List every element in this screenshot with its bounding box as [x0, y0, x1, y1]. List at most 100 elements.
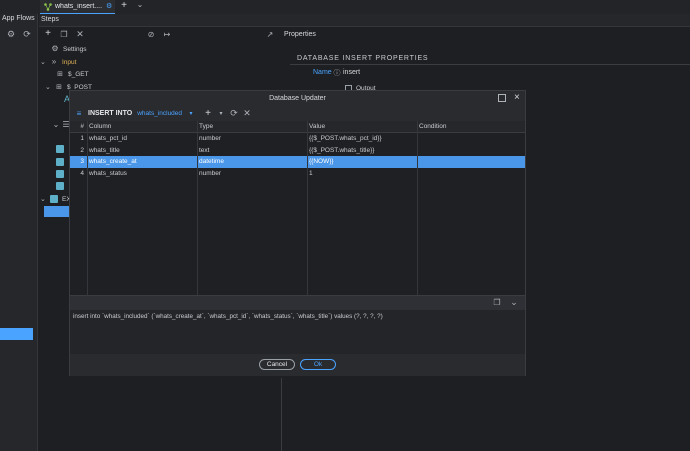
grid-header: # Column Type Value Condition	[70, 121, 525, 133]
row-type[interactable]: number	[197, 168, 307, 180]
ok-button[interactable]: Ok	[300, 359, 336, 370]
step-icon	[56, 170, 64, 178]
insert-toolbar: ≡ INSERT INTO whats_included ▾ + ▾ ⟳ ✕	[70, 106, 525, 121]
steps-header	[39, 14, 690, 27]
gear-icon: ⚙	[51, 44, 59, 53]
app-flows-title: App Flows	[2, 15, 35, 22]
row-condition[interactable]	[417, 156, 525, 168]
sql-text: insert into `whats_included` (`whats_cre…	[73, 313, 383, 320]
add-step-icon[interactable]: +	[44, 29, 52, 39]
row-num: 2	[80, 146, 84, 154]
row-value[interactable]: 1	[307, 168, 417, 180]
chevron-down-icon[interactable]: ⌄	[52, 121, 60, 129]
maximize-icon[interactable]	[498, 94, 506, 102]
tab-label: whats_insert....	[55, 3, 103, 10]
row-value[interactable]: {{$_POST.whats_pct_id}}	[307, 133, 417, 145]
tree-item-settings[interactable]: ⚙ Settings	[51, 44, 87, 53]
grid-divider	[87, 121, 88, 295]
tree-item-label: Settings	[63, 45, 87, 53]
step-icon	[50, 195, 58, 203]
copy-icon[interactable]: ❐	[60, 31, 68, 39]
dialog-titlebar: Database Updater ×	[70, 91, 525, 106]
row-num: 3	[80, 158, 84, 166]
chevron-down-icon[interactable]: ⌄	[40, 195, 46, 203]
table-row[interactable]: 4 whats_status number 1	[70, 168, 525, 180]
table-row-selected[interactable]: 3 whats_create_at datetime {{NOW}}	[70, 156, 525, 168]
info-icon: ⓘ	[333, 69, 341, 77]
grid-divider	[197, 121, 198, 295]
name-value[interactable]: insert	[343, 69, 360, 76]
add-tab-button[interactable]: +	[120, 1, 128, 11]
tree-item-ex[interactable]: ⌄ EX	[40, 195, 71, 203]
section-divider	[290, 64, 690, 65]
row-column: whats_create_at	[89, 158, 137, 166]
variable-icon: ⊞	[56, 83, 62, 91]
delete-icon[interactable]: ✕	[76, 29, 84, 38]
chevron-down-icon[interactable]: ⌄	[510, 297, 518, 306]
input-icon: »	[51, 57, 57, 66]
sql-toolbar: ❐ ⌄	[70, 295, 525, 310]
steps-title: Steps	[41, 16, 59, 23]
tree-item-label: $_GET	[68, 70, 89, 78]
database-icon: ≡	[76, 108, 82, 118]
close-icon[interactable]: ×	[514, 92, 520, 103]
row-column: whats_title	[89, 146, 120, 154]
chevron-down-icon[interactable]: ▾	[187, 110, 195, 118]
section-title: DATABASE INSERT PROPERTIES	[297, 55, 429, 62]
delete-icon[interactable]: ✕	[243, 109, 251, 118]
row-condition[interactable]	[417, 168, 525, 180]
tree-item-get[interactable]: ⊞ $_GET	[56, 70, 89, 78]
grid-divider	[307, 121, 308, 295]
disable-icon[interactable]: ⊘	[147, 31, 155, 39]
refresh-icon[interactable]: ⟳	[230, 109, 238, 118]
row-value[interactable]: {{NOW}}	[307, 156, 417, 168]
tab-menu-button[interactable]: ⌄	[136, 1, 144, 9]
selected-step[interactable]	[44, 206, 70, 217]
row-type[interactable]: number	[197, 133, 307, 145]
export-icon[interactable]: ↦	[163, 31, 171, 39]
header-type: Type	[199, 122, 214, 130]
chevron-down-icon[interactable]: ▾	[217, 110, 225, 118]
name-label: Name	[313, 69, 332, 76]
table-row[interactable]: 2 whats_title text {{$_POST.whats_title}…	[70, 145, 525, 157]
cancel-button[interactable]: Cancel	[259, 359, 295, 370]
gear-icon[interactable]: ⚙	[7, 29, 15, 38]
row-column: whats_pct_id	[89, 135, 127, 143]
step-icon	[56, 158, 64, 166]
chevron-down-icon[interactable]: ⌄	[40, 58, 46, 66]
refresh-icon[interactable]: ⟳	[23, 29, 31, 38]
table-select[interactable]: whats_included	[137, 110, 182, 117]
app-flow-selected-item[interactable]	[0, 328, 33, 340]
insert-into-label: INSERT INTO	[88, 110, 133, 117]
dialog-footer: Cancel Ok	[70, 354, 525, 376]
header-value: Value	[309, 122, 326, 130]
variable-icon: ⊞	[57, 70, 63, 78]
row-column: whats_status	[89, 169, 127, 177]
copy-icon[interactable]: ❐	[493, 299, 501, 307]
tree-item-label: Input	[62, 58, 77, 66]
row-num: 4	[80, 169, 84, 177]
table-row[interactable]: 1 whats_pct_id number {{$_POST.whats_pct…	[70, 133, 525, 145]
chevron-down-icon[interactable]: ⌄	[45, 83, 51, 91]
row-value[interactable]: {{$_POST.whats_title}}	[307, 145, 417, 157]
row-num: 1	[80, 135, 84, 143]
header-column: Column	[89, 122, 112, 130]
add-column-icon[interactable]: +	[204, 108, 212, 118]
tab-whats-insert[interactable]: whats_insert.... ⚙	[40, 0, 115, 14]
sql-preview: insert into `whats_included` (`whats_cre…	[70, 310, 525, 354]
step-icon	[56, 145, 64, 153]
database-updater-dialog: Database Updater × ≡ INSERT INTO whats_i…	[69, 90, 526, 376]
panel-divider	[281, 378, 282, 451]
tree-item-input[interactable]: ⌄ » Input	[40, 57, 77, 67]
row-condition[interactable]	[417, 133, 525, 145]
step-icon	[56, 182, 64, 190]
properties-title: Properties	[284, 31, 316, 38]
settings-icon[interactable]: ⚙	[105, 3, 113, 11]
row-type[interactable]: text	[197, 145, 307, 157]
flow-icon	[44, 2, 52, 11]
row-type[interactable]: datetime	[197, 156, 307, 168]
columns-grid: # Column Type Value Condition 1 whats_pc…	[70, 121, 525, 295]
row-condition[interactable]	[417, 145, 525, 157]
open-properties-icon[interactable]: ↗	[266, 31, 274, 39]
header-condition: Condition	[419, 122, 447, 130]
